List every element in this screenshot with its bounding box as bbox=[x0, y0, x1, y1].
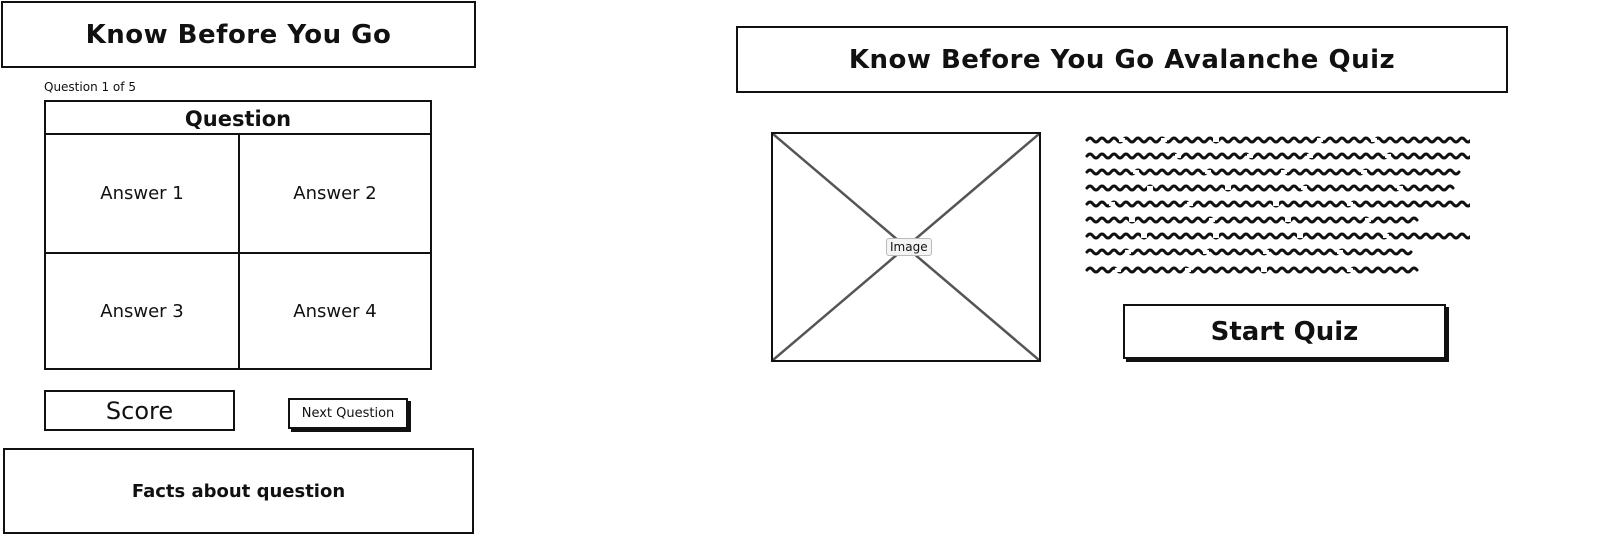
start-quiz-label: Start Quiz bbox=[1210, 316, 1359, 347]
answer-4[interactable]: Answer 4 bbox=[240, 254, 430, 368]
image-placeholder-label: Image bbox=[886, 238, 932, 256]
start-quiz-button[interactable]: Start Quiz bbox=[1123, 304, 1446, 359]
next-question-button[interactable]: Next Question bbox=[288, 398, 408, 429]
answer-2[interactable]: Answer 2 bbox=[240, 135, 430, 252]
left-header: Know Before You Go bbox=[1, 1, 476, 68]
score-label: Score bbox=[105, 396, 174, 425]
answers-grid: Answer 1 Answer 2 Answer 3 Answer 4 bbox=[44, 133, 432, 370]
answer-1[interactable]: Answer 1 bbox=[46, 135, 238, 252]
left-header-title: Know Before You Go bbox=[85, 19, 392, 50]
right-header: Know Before You Go Avalanche Quiz bbox=[736, 26, 1508, 93]
answer-3[interactable]: Answer 3 bbox=[46, 254, 238, 368]
question-label: Question bbox=[184, 106, 292, 131]
answer-3-label: Answer 3 bbox=[100, 300, 184, 322]
scribble-text-icon bbox=[1085, 136, 1491, 274]
description-text-block bbox=[1085, 134, 1491, 279]
answer-2-label: Answer 2 bbox=[293, 183, 377, 204]
score-display: Score bbox=[44, 390, 235, 431]
answer-4-label: Answer 4 bbox=[293, 300, 377, 322]
question-box: Question bbox=[44, 100, 432, 135]
answer-1-label: Answer 1 bbox=[100, 183, 184, 204]
facts-panel: Facts about question bbox=[3, 448, 474, 534]
question-counter: Question 1 of 5 bbox=[44, 80, 136, 94]
image-placeholder: Image bbox=[771, 132, 1041, 362]
next-question-label: Next Question bbox=[301, 406, 395, 421]
right-header-title: Know Before You Go Avalanche Quiz bbox=[848, 44, 1396, 75]
facts-label: Facts about question bbox=[131, 480, 346, 502]
